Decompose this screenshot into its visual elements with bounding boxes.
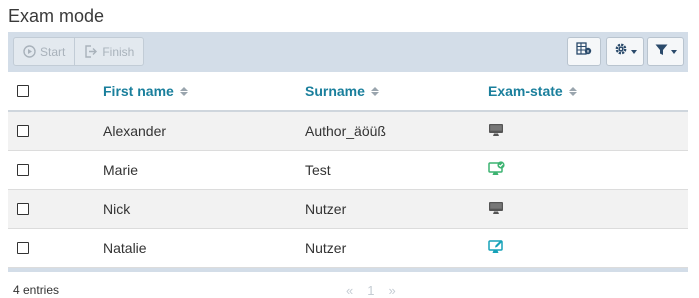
monitor-icon	[488, 123, 504, 140]
table-info-icon	[576, 42, 592, 61]
column-header-first-name[interactable]: First name	[103, 72, 188, 110]
surname-cell: Test	[305, 162, 331, 178]
finish-button[interactable]: Finish	[74, 38, 143, 65]
start-button[interactable]: Start	[14, 38, 74, 65]
play-circle-icon	[23, 45, 36, 58]
table-row[interactable]: Natalie Nutzer	[8, 229, 688, 268]
surname-cell: Nutzer	[305, 201, 347, 217]
chevron-down-icon	[670, 49, 677, 54]
exam-state-cell	[488, 112, 504, 150]
row-select-cell	[17, 112, 29, 150]
table-row[interactable]: Alexander Author_äöüß	[8, 112, 688, 151]
table-row[interactable]: Marie Test	[8, 151, 688, 190]
first-name-cell: Nick	[103, 201, 131, 217]
exam-state-cell	[488, 190, 504, 228]
exam-state-cell	[488, 151, 505, 189]
first-name-cell: Alexander	[103, 123, 167, 139]
column-header-label: Exam-state	[488, 83, 563, 99]
settings-button[interactable]	[606, 37, 644, 66]
monitor-check-icon	[488, 161, 505, 179]
row-checkbox[interactable]	[17, 242, 29, 254]
monitor-edit-icon	[488, 239, 505, 257]
pagination: « 1 »	[346, 283, 396, 298]
sort-icon	[370, 86, 379, 96]
column-header-label: First name	[103, 83, 174, 99]
surname-cell: Nutzer	[305, 240, 347, 256]
select-all-checkbox[interactable]	[17, 85, 29, 97]
first-name-cell: Natalie	[103, 240, 147, 256]
finish-label: Finish	[102, 44, 135, 59]
monitor-icon	[488, 201, 504, 218]
chevron-down-icon	[630, 49, 637, 54]
exam-table: First name Surname Exam-state Alexander …	[8, 72, 688, 268]
row-select-cell	[17, 151, 29, 189]
pager-next[interactable]: »	[388, 283, 395, 298]
table-info-button[interactable]	[567, 37, 601, 66]
pager-page[interactable]: 1	[367, 283, 374, 298]
sort-icon	[179, 86, 188, 96]
row-checkbox[interactable]	[17, 203, 29, 215]
row-checkbox[interactable]	[17, 164, 29, 176]
table-header-row: First name Surname Exam-state	[8, 72, 688, 112]
toolbar: Start Finish	[8, 32, 688, 72]
table-row[interactable]: Nick Nutzer	[8, 190, 688, 229]
surname-cell: Author_äöüß	[305, 123, 386, 139]
pager-prev[interactable]: «	[346, 283, 353, 298]
entries-count: 4 entries	[13, 283, 60, 297]
filter-button[interactable]	[647, 37, 684, 66]
start-label: Start	[40, 44, 66, 59]
exam-action-group: Start Finish	[13, 37, 145, 66]
column-header-exam-state[interactable]: Exam-state	[488, 72, 577, 110]
filter-icon	[655, 43, 668, 61]
exam-state-cell	[488, 229, 505, 267]
page-title: Exam mode	[8, 6, 105, 26]
column-header-label: Surname	[305, 83, 365, 99]
table-bottom-bar	[8, 268, 688, 272]
sort-icon	[568, 86, 577, 96]
select-all-cell	[17, 72, 29, 110]
gear-icon	[614, 42, 628, 61]
row-select-cell	[17, 229, 29, 267]
row-checkbox[interactable]	[17, 125, 29, 137]
first-name-cell: Marie	[103, 162, 139, 178]
row-select-cell	[17, 190, 29, 228]
column-header-surname[interactable]: Surname	[305, 72, 379, 110]
exit-icon	[84, 45, 98, 58]
